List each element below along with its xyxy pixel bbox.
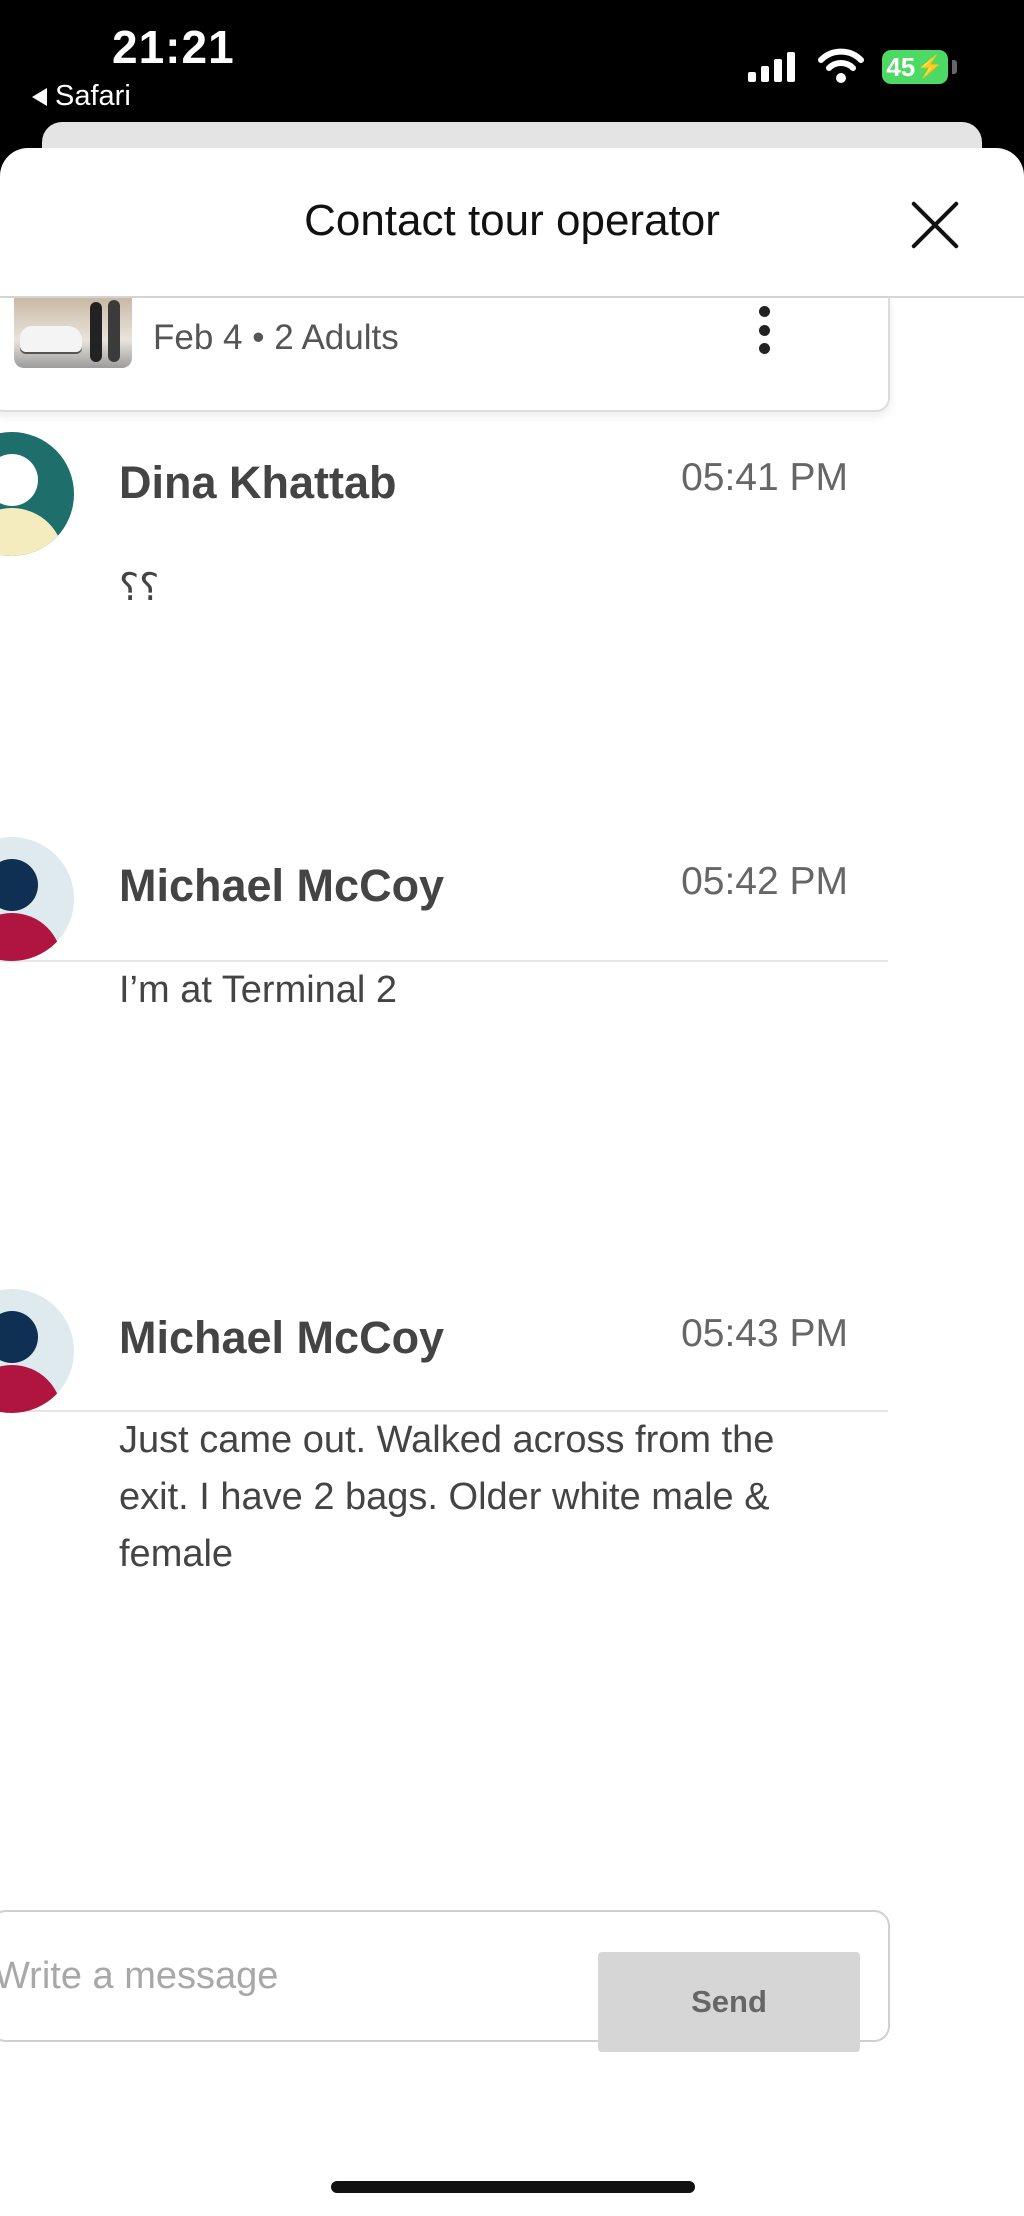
send-button[interactable]: Send — [598, 1952, 860, 2052]
back-triangle-icon — [32, 87, 47, 106]
message-time: 05:42 PM — [681, 860, 848, 903]
message-time: 05:43 PM — [681, 1312, 848, 1355]
contact-sheet: Contact tour operator Feb 4 • 2 Adults D… — [0, 148, 1024, 2216]
home-indicator — [331, 2181, 695, 2193]
sender-name: Dina Khattab — [119, 457, 397, 508]
status-time: 21:21 — [112, 21, 235, 73]
booking-summary: Feb 4 • 2 Adults — [153, 318, 399, 357]
message-text: ؟؟ — [119, 567, 160, 609]
message-item: Michael McCoy 05:43 PM Just came out. Wa… — [0, 1264, 888, 1980]
tour-thumbnail — [14, 298, 132, 368]
avatar — [0, 432, 74, 556]
message-time: 05:41 PM — [681, 456, 848, 499]
message-input[interactable] — [0, 1940, 556, 2012]
sender-name: Michael McCoy — [119, 860, 445, 911]
sender-name: Michael McCoy — [119, 1312, 445, 1363]
battery-level: 45 — [886, 51, 916, 82]
message-composer: Send — [0, 1910, 890, 2052]
close-icon[interactable] — [908, 198, 962, 252]
wifi-icon — [818, 48, 864, 83]
avatar — [0, 1289, 74, 1413]
battery-icon: 45 ⚡ — [882, 50, 948, 84]
sheet-header: Contact tour operator — [0, 148, 1024, 298]
message-text: I’m at Terminal 2 — [119, 969, 398, 1011]
avatar — [0, 837, 74, 961]
sheet-title: Contact tour operator — [304, 196, 720, 245]
booking-summary-card[interactable]: Feb 4 • 2 Adults — [0, 298, 890, 412]
back-to-safari-link[interactable]: Safari — [32, 80, 131, 113]
more-options-icon[interactable] — [752, 306, 776, 354]
battery-cap — [952, 60, 957, 74]
back-app-label: Safari — [55, 80, 131, 112]
cellular-signal-icon — [748, 52, 795, 82]
message-text: Just came out. Walked across from the ex… — [119, 1419, 775, 1575]
charging-bolt-icon: ⚡ — [916, 54, 944, 79]
